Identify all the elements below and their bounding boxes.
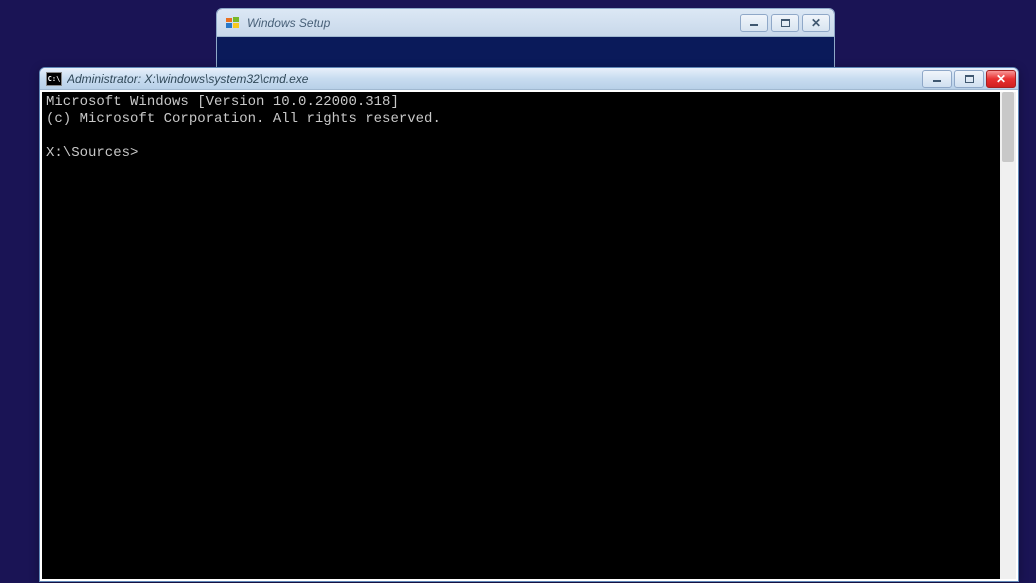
setup-app-icon: [225, 15, 241, 31]
cmd-window-title: Administrator: X:\windows\system32\cmd.e…: [67, 72, 922, 86]
cmd-app-icon: C:\: [46, 72, 62, 86]
cmd-output-line: (c) Microsoft Corporation. All rights re…: [46, 111, 441, 127]
cmd-maximize-button[interactable]: [954, 70, 984, 88]
cmd-prompt: X:\Sources>: [46, 145, 138, 161]
maximize-icon: [965, 75, 974, 83]
cmd-window-controls: ✕: [922, 70, 1016, 88]
maximize-icon: [781, 19, 790, 27]
cmd-output-line: Microsoft Windows [Version 10.0.22000.31…: [46, 94, 399, 110]
close-icon: ✕: [811, 17, 821, 29]
setup-close-button[interactable]: ✕: [802, 14, 830, 32]
cmd-terminal-area[interactable]: Microsoft Windows [Version 10.0.22000.31…: [42, 92, 1016, 579]
cmd-body-wrapper: Microsoft Windows [Version 10.0.22000.31…: [40, 90, 1018, 581]
cmd-window: C:\ Administrator: X:\windows\system32\c…: [39, 67, 1019, 582]
setup-window-title: Windows Setup: [247, 16, 740, 30]
minimize-icon: [933, 80, 941, 82]
cmd-scrollbar[interactable]: [1000, 92, 1016, 579]
close-icon: ✕: [996, 73, 1006, 85]
setup-minimize-button[interactable]: [740, 14, 768, 32]
cmd-minimize-button[interactable]: [922, 70, 952, 88]
setup-titlebar[interactable]: Windows Setup ✕: [217, 9, 834, 37]
cmd-titlebar[interactable]: C:\ Administrator: X:\windows\system32\c…: [40, 68, 1018, 90]
setup-window-controls: ✕: [740, 14, 830, 32]
minimize-icon: [750, 24, 758, 26]
cmd-close-button[interactable]: ✕: [986, 70, 1016, 88]
setup-maximize-button[interactable]: [771, 14, 799, 32]
cmd-scrollbar-thumb[interactable]: [1002, 92, 1014, 162]
